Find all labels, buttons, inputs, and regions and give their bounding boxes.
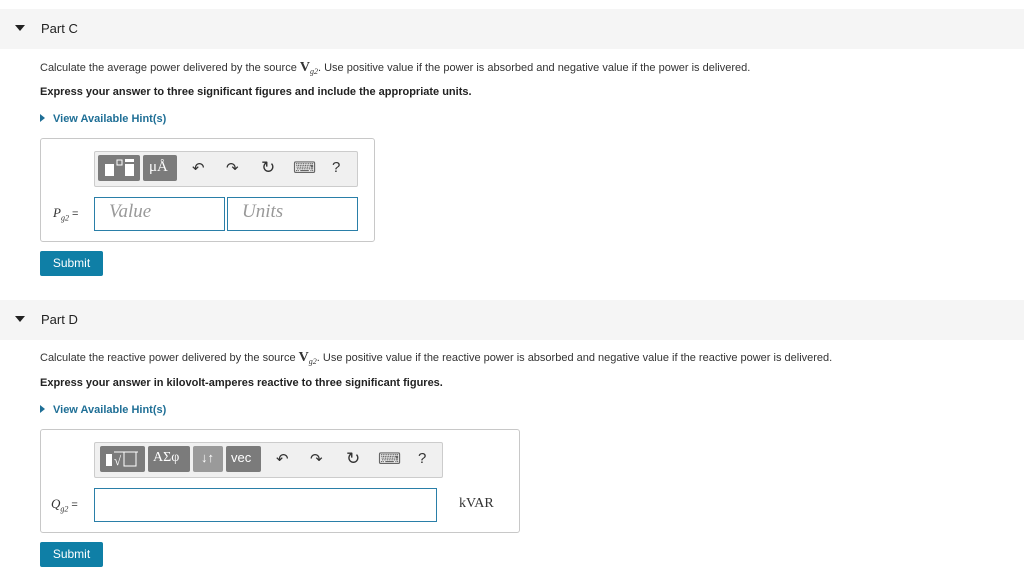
keyboard-icon[interactable]: ⌨	[378, 449, 401, 469]
svg-text:√: √	[114, 453, 122, 468]
part-c-variable-label: Pg2 =	[53, 205, 79, 223]
part-d-hint-link[interactable]: View Available Hint(s)	[40, 404, 166, 416]
value-input[interactable]: Value	[94, 197, 225, 231]
part-c-submit-button[interactable]: Submit	[40, 251, 103, 276]
part-c-hint-link[interactable]: View Available Hint(s)	[40, 113, 166, 125]
units-input[interactable]: Units	[227, 197, 358, 231]
part-d-header[interactable]: Part D	[0, 300, 1024, 340]
part-d-title: Part D	[41, 312, 78, 327]
greek-symbols-button[interactable]: ΑΣφ	[148, 446, 190, 472]
part-d-question: Calculate the reactive power delivered b…	[40, 350, 833, 367]
help-icon[interactable]: ?	[332, 159, 340, 176]
part-c-title: Part C	[41, 21, 78, 36]
undo-icon[interactable]: ↶	[276, 450, 289, 468]
templates-button[interactable]: √	[100, 446, 145, 472]
vector-button[interactable]: vec	[226, 446, 261, 472]
part-c-header[interactable]: Part C	[0, 9, 1024, 49]
units-button[interactable]: μÅ	[143, 155, 177, 181]
templates-icon: √	[106, 451, 138, 468]
part-c-instruction: Express your answer to three significant…	[40, 86, 472, 98]
expand-arrow-icon	[40, 405, 45, 413]
collapse-triangle-icon[interactable]	[15, 25, 25, 31]
expand-arrow-icon	[40, 114, 45, 122]
unit-label: kVAR	[459, 496, 494, 511]
undo-icon[interactable]: ↶	[192, 159, 205, 177]
reset-icon[interactable]: ↻	[261, 158, 275, 178]
part-c-math-toolbar: μÅ ↶ ↷ ↻ ⌨ ?	[94, 151, 358, 187]
part-c-answer-box: μÅ ↶ ↷ ↻ ⌨ ? Pg2 = Value Units	[40, 138, 375, 242]
templates-button[interactable]	[98, 155, 140, 181]
part-d-math-toolbar: √ ΑΣφ ↓↑ vec ↶ ↷ ↻ ⌨ ?	[94, 442, 443, 478]
help-icon[interactable]: ?	[418, 450, 426, 467]
redo-icon[interactable]: ↷	[310, 450, 323, 468]
subscript-superscript-button[interactable]: ↓↑	[193, 446, 223, 472]
collapse-triangle-icon[interactable]	[15, 316, 25, 322]
templates-icon	[105, 159, 134, 176]
part-c-question: Calculate the average power delivered by…	[40, 60, 751, 77]
part-d-instruction: Express your answer in kilovolt-amperes …	[40, 377, 443, 389]
keyboard-icon[interactable]: ⌨	[293, 158, 316, 178]
part-d-answer-box: √ ΑΣφ ↓↑ vec ↶ ↷ ↻ ⌨ ? Qg2 = kVAR	[40, 429, 520, 533]
redo-icon[interactable]: ↷	[226, 159, 239, 177]
reset-icon[interactable]: ↻	[346, 449, 360, 469]
answer-input[interactable]	[94, 488, 437, 522]
part-d-submit-button[interactable]: Submit	[40, 542, 103, 567]
part-d-variable-label: Qg2 =	[51, 496, 78, 514]
